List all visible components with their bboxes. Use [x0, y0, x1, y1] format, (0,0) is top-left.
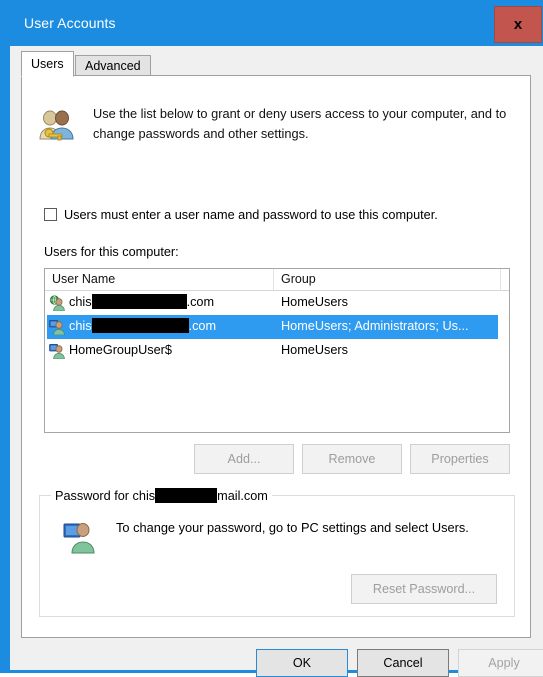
header-info-text: Use the list below to grant or deny user… — [93, 106, 507, 141]
user-name-suffix: .com — [188, 319, 217, 333]
require-password-checkbox[interactable] — [44, 208, 57, 221]
tab-advanced[interactable]: Advanced — [75, 55, 151, 76]
require-password-label: Users must enter a user name and passwor… — [64, 208, 438, 222]
window-title: User Accounts — [24, 15, 116, 31]
users-list-header: User Name Group — [45, 269, 509, 291]
column-header-group[interactable]: Group — [274, 269, 501, 290]
user-name-prefix: chis — [69, 295, 92, 309]
user-monitor-icon — [62, 520, 96, 554]
close-icon[interactable]: x — [494, 6, 542, 43]
remove-button[interactable]: Remove — [302, 444, 402, 474]
column-header-user-name[interactable]: User Name — [45, 269, 274, 290]
tab-strip: Users Advanced — [21, 51, 531, 77]
add-button[interactable]: Add... — [194, 444, 294, 474]
password-legend-suffix: mail.com — [217, 489, 268, 503]
cell-user-name: HomeGroupUser$ — [69, 339, 172, 363]
users-tab-panel: Use the list below to grant or deny user… — [21, 75, 531, 638]
cell-user-name: chis .com — [69, 315, 216, 339]
password-group-text: To change your password, go to PC settin… — [116, 520, 469, 535]
table-row[interactable]: HomeGroupUser$ HomeUsers — [45, 339, 509, 363]
user-monitor-icon — [49, 343, 65, 360]
cell-group: HomeUsers — [281, 343, 348, 357]
user-accounts-window: User Accounts x Users Advanced Use the l… — [0, 0, 543, 677]
user-name-prefix: HomeGroupUser$ — [69, 343, 172, 357]
user-name-prefix: chis — [69, 319, 92, 333]
users-list-label: Users for this computer: — [44, 245, 179, 259]
user-monitor-icon — [49, 319, 65, 336]
redaction-bar — [155, 488, 218, 503]
password-group-legend: Password for chis mail.com — [51, 488, 272, 504]
table-row[interactable]: chis .com HomeUsers; Administrators; Us... — [45, 315, 509, 339]
redaction-bar — [91, 318, 189, 333]
cell-group: HomeUsers — [281, 295, 348, 309]
title-bar[interactable]: User Accounts x — [5, 3, 543, 46]
reset-password-button[interactable]: Reset Password... — [351, 574, 497, 604]
header-info: Use the list below to grant or deny user… — [36, 104, 514, 152]
properties-button[interactable]: Properties — [410, 444, 510, 474]
cell-group: HomeUsers; Administrators; Us... — [281, 319, 469, 333]
two-users-key-icon — [36, 106, 76, 146]
users-list[interactable]: User Name Group chis .com HomeUsers chis .co… — [44, 268, 510, 433]
password-group-box: Password for chis mail.com To change your… — [39, 488, 515, 617]
tab-users[interactable]: Users — [21, 51, 74, 77]
users-list-rows: chis .com HomeUsers chis .com HomeUsers; Admi… — [45, 291, 509, 363]
user-globe-icon — [49, 295, 65, 312]
redaction-bar — [91, 294, 187, 309]
table-row[interactable]: chis .com HomeUsers — [45, 291, 509, 315]
password-legend-prefix: Password for chis — [55, 489, 156, 503]
dialog-client-area: Users Advanced Use the list below to gra… — [10, 46, 543, 677]
column-header-spacer — [501, 269, 509, 290]
cell-user-name: chis .com — [69, 291, 214, 315]
user-name-suffix: .com — [186, 295, 215, 309]
